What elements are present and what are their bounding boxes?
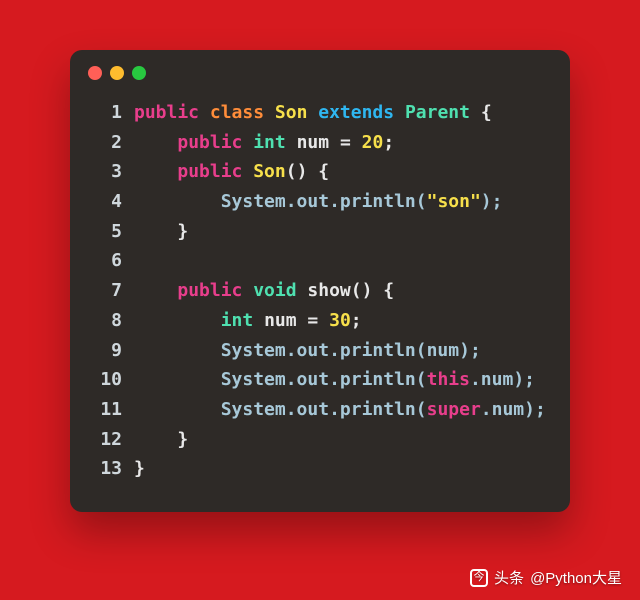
token: ); (481, 191, 503, 212)
token: int (221, 310, 264, 331)
token: ; (383, 132, 394, 153)
code-area: 1public class Son extends Parent {2 publ… (70, 90, 570, 484)
code-line: 12 } (94, 425, 546, 455)
code-content: } (134, 454, 546, 484)
token: } (134, 221, 188, 242)
token: public (177, 132, 253, 153)
token: public (134, 102, 210, 123)
line-number: 2 (94, 128, 122, 158)
line-number: 4 (94, 187, 122, 217)
token: Parent (405, 102, 481, 123)
code-line: 6 (94, 246, 546, 276)
code-content: public Son() { (134, 157, 546, 187)
code-line: 4 System.out.println("son"); (94, 187, 546, 217)
window-titlebar (70, 50, 570, 90)
token: System.out.println( (134, 399, 427, 420)
code-line: 7 public void show() { (94, 276, 546, 306)
token: { (481, 102, 492, 123)
code-content: public class Son extends Parent { (134, 98, 546, 128)
code-line: 3 public Son() { (94, 157, 546, 187)
line-number: 12 (94, 425, 122, 455)
token: .num); (481, 399, 546, 420)
token: extends (318, 102, 405, 123)
token: "son" (427, 191, 481, 212)
line-number: 3 (94, 157, 122, 187)
code-content: public void show() { (134, 276, 546, 306)
token (134, 161, 177, 182)
token: show (307, 280, 350, 301)
token: Son (275, 102, 318, 123)
footer-handle: @Python大星 (530, 567, 622, 588)
token (134, 132, 177, 153)
code-content: System.out.println(this.num); (134, 365, 546, 395)
code-line: 10 System.out.println(this.num); (94, 365, 546, 395)
minimize-icon[interactable] (110, 66, 124, 80)
token: 20 (362, 132, 384, 153)
footer-prefix: 头条 (494, 567, 524, 588)
line-number: 11 (94, 395, 122, 425)
line-number: 10 (94, 365, 122, 395)
source-icon: 今 (470, 569, 488, 587)
token: } (134, 458, 145, 479)
code-line: 8 int num = 30; (94, 306, 546, 336)
token: public (177, 161, 253, 182)
token: } (134, 429, 188, 450)
code-content: System.out.println("son"); (134, 187, 546, 217)
token (134, 310, 221, 331)
code-content: System.out.println(num); (134, 336, 546, 366)
token (134, 280, 177, 301)
token: num (264, 310, 307, 331)
token: ; (351, 310, 362, 331)
line-number: 8 (94, 306, 122, 336)
line-number: 6 (94, 246, 122, 276)
code-line: 13} (94, 454, 546, 484)
line-number: 7 (94, 276, 122, 306)
token: 30 (329, 310, 351, 331)
token: () { (351, 280, 394, 301)
code-content: } (134, 217, 546, 247)
code-content (134, 246, 546, 276)
code-editor-window: 1public class Son extends Parent {2 publ… (70, 50, 570, 512)
code-content: public int num = 20; (134, 128, 546, 158)
line-number: 5 (94, 217, 122, 247)
token: System.out.println( (134, 369, 427, 390)
token: super (427, 399, 481, 420)
token: = (340, 132, 362, 153)
token: .num); (470, 369, 535, 390)
token (134, 250, 145, 271)
code-line: 9 System.out.println(num); (94, 336, 546, 366)
code-content: int num = 30; (134, 306, 546, 336)
line-number: 13 (94, 454, 122, 484)
token: = (307, 310, 329, 331)
token: class (210, 102, 275, 123)
attribution-footer: 今 头条 @Python大星 (470, 567, 622, 588)
line-number: 1 (94, 98, 122, 128)
code-line: 1 public class Son extends Parent { (94, 98, 546, 128)
token: System.out.println( (134, 191, 427, 212)
line-number: 9 (94, 336, 122, 366)
token: void (253, 280, 307, 301)
token: System.out.println(num); (134, 340, 481, 361)
code-content: System.out.println(super.num); (134, 395, 546, 425)
token: () { (286, 161, 329, 182)
token: public (177, 280, 253, 301)
maximize-icon[interactable] (132, 66, 146, 80)
token: Son (253, 161, 286, 182)
code-line: 5 } (94, 217, 546, 247)
code-content: } (134, 425, 546, 455)
token: this (427, 369, 470, 390)
close-icon[interactable] (88, 66, 102, 80)
token: int (253, 132, 296, 153)
code-line: 11 System.out.println(super.num); (94, 395, 546, 425)
code-line: 2 public int num = 20; (94, 128, 546, 158)
token: num (297, 132, 340, 153)
